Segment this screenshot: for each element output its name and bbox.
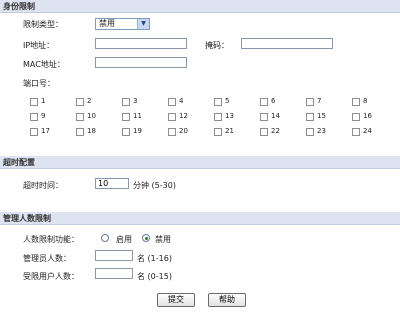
- port-label-2: 2: [87, 97, 92, 105]
- help-button[interactable]: 帮助: [208, 293, 246, 307]
- port-checkbox-18[interactable]: [76, 128, 84, 136]
- admin-section-header: 管理人数限制: [0, 212, 400, 225]
- ip-label: IP地址：: [23, 41, 55, 50]
- port-label-24: 24: [363, 127, 372, 135]
- port-label-19: 19: [133, 127, 142, 135]
- port-label-3: 3: [133, 97, 138, 105]
- port-checkbox-3[interactable]: [122, 98, 130, 106]
- mac-input[interactable]: [95, 57, 187, 68]
- admin-count-label: 管理员人数：: [23, 254, 71, 263]
- mask-input[interactable]: [241, 38, 333, 49]
- identity-section-title: 身份限制: [3, 2, 35, 11]
- port-checkbox-5[interactable]: [214, 98, 222, 106]
- restrict-type-label: 限制类型：: [23, 20, 63, 29]
- port-label-9: 9: [41, 112, 46, 120]
- guest-count-input[interactable]: [95, 268, 133, 279]
- port-checkbox-23[interactable]: [306, 128, 314, 136]
- port-label-15: 15: [317, 112, 326, 120]
- guest-count-label: 受限用户人数：: [23, 272, 79, 281]
- port-label-7: 7: [317, 97, 322, 105]
- port-checkbox-19[interactable]: [122, 128, 130, 136]
- mac-label: MAC地址：: [23, 60, 65, 69]
- port-label: 端口号：: [23, 79, 55, 88]
- port-checkbox-7[interactable]: [306, 98, 314, 106]
- port-checkbox-10[interactable]: [76, 113, 84, 121]
- disable-radio-label: 禁用: [155, 235, 171, 244]
- port-checkbox-15[interactable]: [306, 113, 314, 121]
- port-checkbox-14[interactable]: [260, 113, 268, 121]
- port-checkbox-4[interactable]: [168, 98, 176, 106]
- timeout-unit: 分钟 (5-30): [133, 181, 176, 190]
- port-label-13: 13: [225, 112, 234, 120]
- port-label-1: 1: [41, 97, 46, 105]
- port-label-18: 18: [87, 127, 96, 135]
- port-checkbox-17[interactable]: [30, 128, 38, 136]
- identity-section-header: 身份限制: [0, 0, 400, 13]
- mask-label: 掩码：: [205, 41, 229, 50]
- port-label-17: 17: [41, 127, 50, 135]
- port-label-22: 22: [271, 127, 280, 135]
- chevron-down-icon[interactable]: ▼: [137, 19, 149, 29]
- port-label-21: 21: [225, 127, 234, 135]
- enable-radio-label: 启用: [116, 235, 132, 244]
- port-label-11: 11: [133, 112, 142, 120]
- port-checkbox-2[interactable]: [76, 98, 84, 106]
- port-label-8: 8: [363, 97, 368, 105]
- admin-count-input[interactable]: [95, 250, 133, 261]
- port-checkbox-24[interactable]: [352, 128, 360, 136]
- submit-button[interactable]: 提交: [157, 293, 195, 307]
- restrict-type-select[interactable]: 禁用 ▼: [95, 18, 150, 30]
- port-label-10: 10: [87, 112, 96, 120]
- enable-radio[interactable]: [101, 234, 109, 242]
- port-checkbox-9[interactable]: [30, 113, 38, 121]
- port-label-4: 4: [179, 97, 184, 105]
- port-checkbox-1[interactable]: [30, 98, 38, 106]
- restrict-type-value: 禁用: [99, 19, 115, 28]
- port-label-14: 14: [271, 112, 280, 120]
- port-label-20: 20: [179, 127, 188, 135]
- admin-count-unit: 名 (1-16): [137, 254, 172, 263]
- port-checkbox-21[interactable]: [214, 128, 222, 136]
- port-checkbox-20[interactable]: [168, 128, 176, 136]
- port-checkbox-22[interactable]: [260, 128, 268, 136]
- port-checkbox-13[interactable]: [214, 113, 222, 121]
- timeout-label: 超时时间：: [23, 181, 63, 190]
- port-label-16: 16: [363, 112, 372, 120]
- port-checkbox-8[interactable]: [352, 98, 360, 106]
- timeout-section-header: 超时配置: [0, 156, 400, 169]
- guest-count-unit: 名 (0-15): [137, 272, 172, 281]
- port-checkbox-11[interactable]: [122, 113, 130, 121]
- ip-input[interactable]: [95, 38, 187, 49]
- port-label-12: 12: [179, 112, 188, 120]
- admin-section-title: 管理人数限制: [3, 214, 51, 223]
- timeout-section-title: 超时配置: [3, 158, 35, 167]
- port-checkbox-12[interactable]: [168, 113, 176, 121]
- port-label-23: 23: [317, 127, 326, 135]
- port-label-5: 5: [225, 97, 230, 105]
- port-label-6: 6: [271, 97, 276, 105]
- port-checkbox-16[interactable]: [352, 113, 360, 121]
- timeout-input[interactable]: [95, 178, 129, 189]
- port-checkbox-6[interactable]: [260, 98, 268, 106]
- limit-func-label: 人数限制功能：: [23, 235, 79, 244]
- disable-radio[interactable]: [142, 234, 150, 242]
